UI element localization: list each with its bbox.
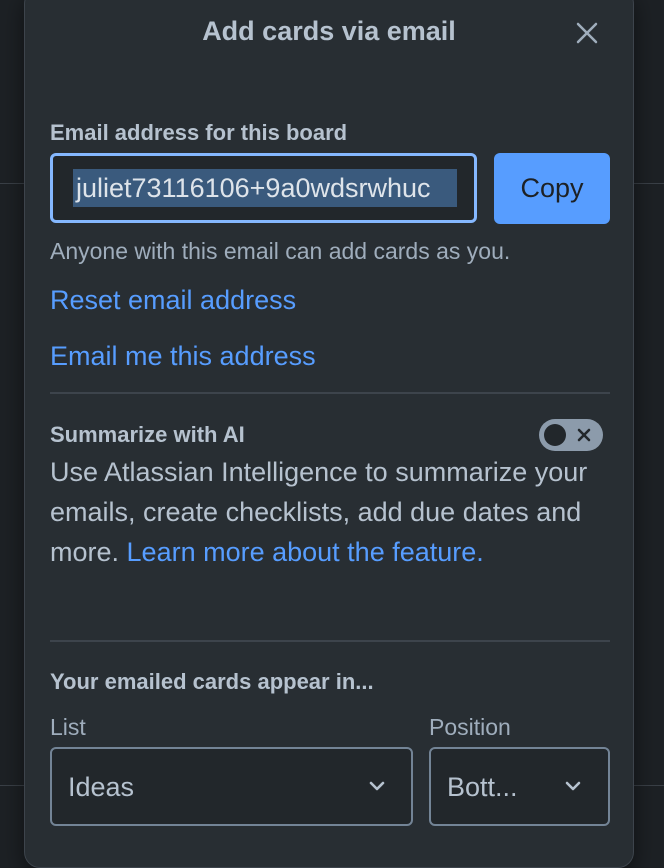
close-button[interactable]	[573, 19, 601, 47]
toggle-knob	[544, 424, 566, 446]
email-address-label: Email address for this board	[50, 120, 348, 145]
chevron-down-icon	[565, 781, 581, 791]
position-select[interactable]: Bott...	[429, 747, 610, 826]
background-divider-right	[634, 183, 664, 184]
background-divider-right-bottom	[634, 785, 664, 786]
list-select[interactable]: Ideas	[50, 747, 413, 826]
section-divider	[50, 640, 610, 642]
chevron-down-icon	[369, 781, 385, 791]
emailed-cards-heading: Your emailed cards appear in...	[50, 669, 374, 694]
list-label: List	[50, 714, 86, 740]
learn-more-link[interactable]: Learn more about the feature.	[127, 537, 484, 567]
copy-button[interactable]: Copy	[494, 153, 610, 224]
section-divider	[50, 392, 610, 394]
background-divider-left-bottom	[0, 785, 24, 786]
position-label: Position	[429, 714, 511, 740]
list-select-value: Ideas	[68, 772, 135, 802]
ai-description: Use Atlassian Intelligence to summarize …	[50, 452, 590, 572]
email-helper-text: Anyone with this email can add cards as …	[50, 238, 511, 264]
position-select-value: Bott...	[447, 772, 518, 802]
reset-email-address-link[interactable]: Reset email address	[50, 285, 296, 316]
close-icon	[576, 22, 598, 44]
x-icon	[577, 428, 591, 442]
summarize-with-ai-label: Summarize with AI	[50, 422, 245, 447]
email-address-field[interactable]: juliet73116106+9a0wdsrwhuc	[50, 153, 477, 223]
dialog-title: Add cards via email	[202, 16, 456, 46]
summarize-with-ai-toggle[interactable]	[539, 419, 603, 451]
email-me-this-address-link[interactable]: Email me this address	[50, 341, 316, 372]
add-cards-via-email-popover: Add cards via email Email address for th…	[24, 0, 634, 868]
background-divider-left	[0, 183, 24, 184]
email-address-value: juliet73116106+9a0wdsrwhuc	[73, 169, 457, 207]
